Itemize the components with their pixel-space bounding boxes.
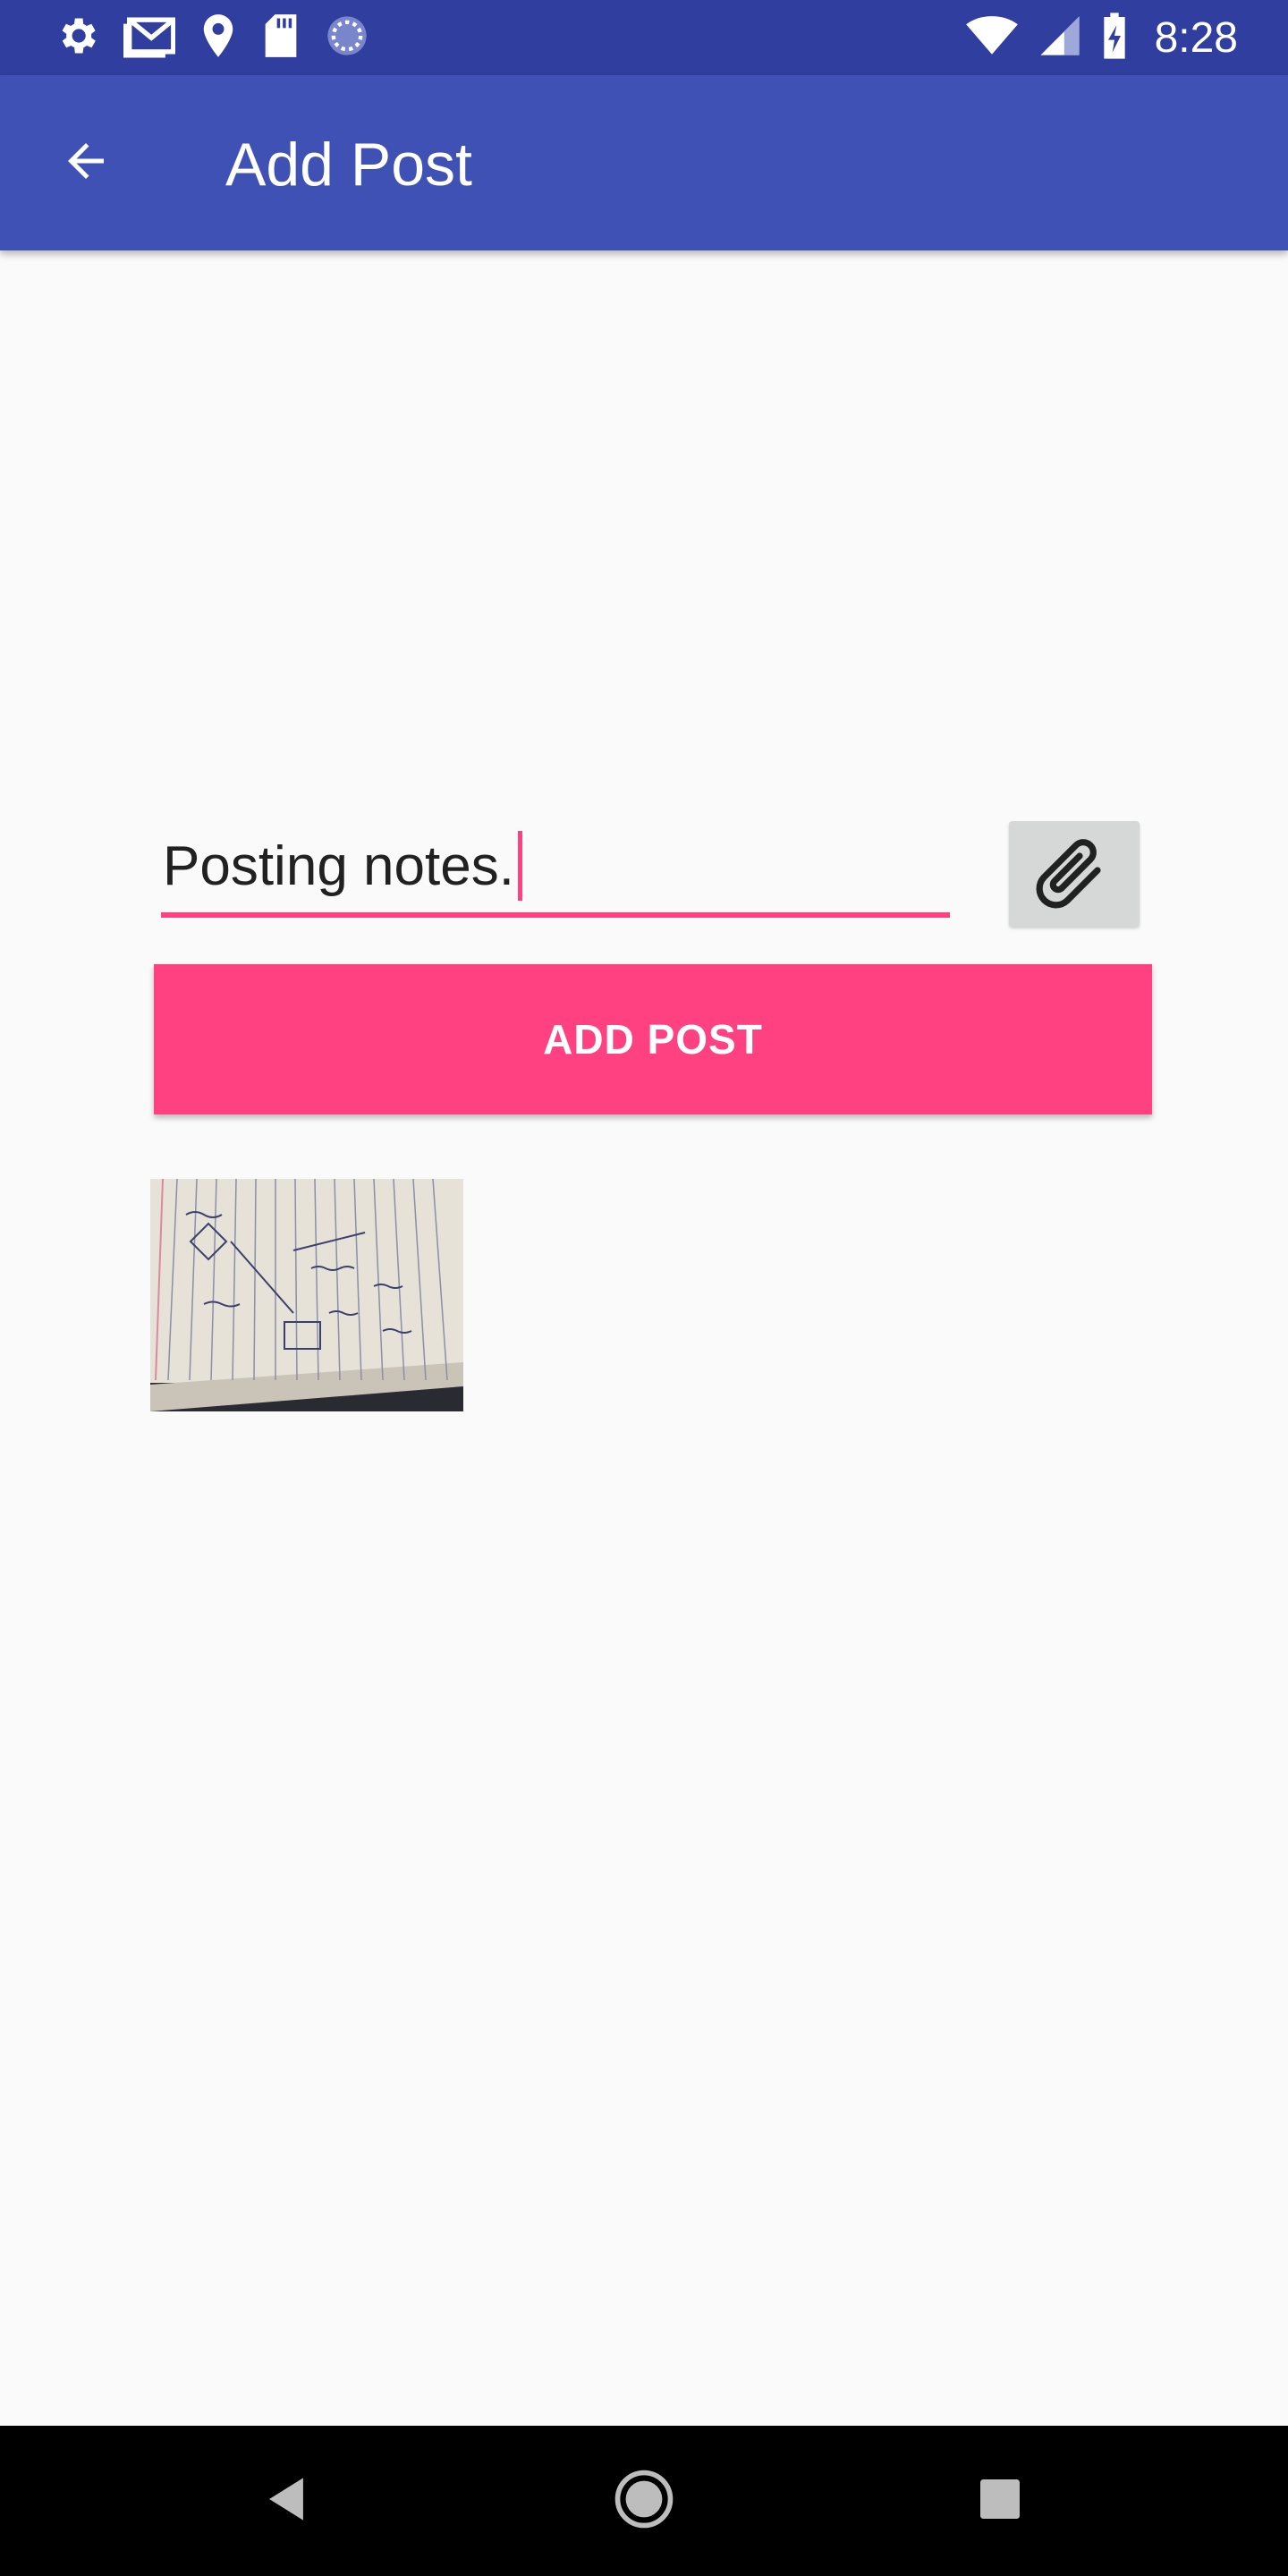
signal-icon [1038, 14, 1081, 62]
nav-back-button[interactable] [250, 2465, 322, 2537]
status-right-icons: 8:28 [965, 9, 1238, 66]
post-text-value: Posting notes. [163, 835, 514, 897]
status-bar: 8:28 [0, 0, 1288, 75]
post-text-field[interactable]: Posting notes. [161, 823, 952, 918]
system-nav-bar [0, 2426, 1288, 2576]
add-post-button[interactable]: ADD POST [154, 964, 1152, 1114]
nav-back-icon [265, 2476, 308, 2527]
nav-recents-button[interactable] [964, 2465, 1036, 2537]
status-left-icons [54, 13, 370, 63]
app-bar: Add Post [0, 75, 1288, 250]
attachment-thumbnail[interactable] [150, 1179, 463, 1411]
settings-icon [54, 13, 100, 64]
back-arrow-icon [59, 134, 113, 192]
sd-card-icon [261, 13, 301, 64]
location-icon [199, 13, 238, 64]
post-text-input[interactable]: Posting notes. [161, 823, 952, 909]
input-underline [161, 912, 950, 918]
nav-home-icon [614, 2469, 674, 2534]
sync-icon [324, 13, 370, 64]
text-cursor [517, 831, 522, 901]
wifi-icon [965, 14, 1019, 62]
nav-home-button[interactable] [608, 2465, 680, 2537]
page-title: Add Post [225, 131, 472, 199]
battery-charging-icon [1101, 11, 1128, 65]
gmail-icon [123, 13, 176, 64]
nav-recents-icon [980, 2479, 1020, 2523]
attach-button[interactable] [1009, 821, 1140, 927]
status-time: 8:28 [1154, 13, 1238, 62]
back-button[interactable] [50, 127, 122, 199]
paperclip-icon [1031, 829, 1117, 919]
notebook-photo-thumbnail [150, 1179, 463, 1411]
